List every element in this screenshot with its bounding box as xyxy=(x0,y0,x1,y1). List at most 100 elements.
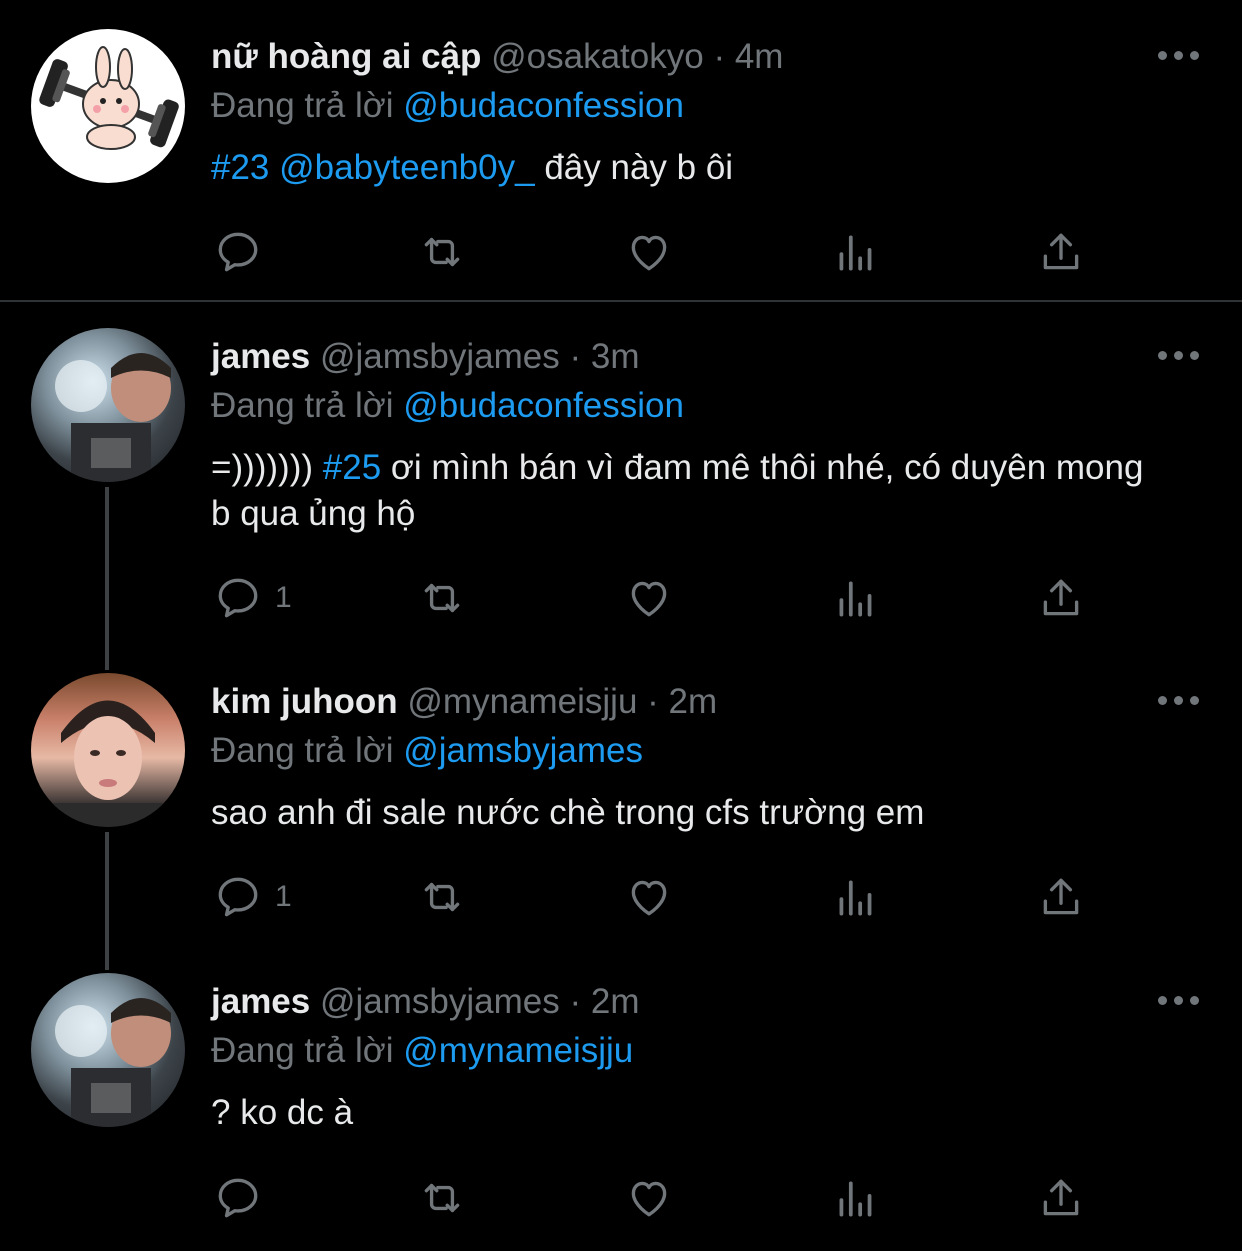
reply-icon xyxy=(218,578,258,618)
tweet-text-part: =))))))) xyxy=(211,448,323,487)
separator-dot: · xyxy=(713,37,726,76)
replying-to-mention[interactable]: @mynameisjju xyxy=(403,1031,633,1070)
views-button[interactable] xyxy=(831,227,881,277)
mention-link[interactable]: @babyteenb0y_ xyxy=(279,148,534,187)
tweet-text-part: sao anh đi sale nước chè trong cfs trườn… xyxy=(211,793,925,832)
like-icon xyxy=(631,1181,667,1217)
tweet-text-part: ? ko dc à xyxy=(211,1093,354,1132)
tweet-text: ? ko dc à xyxy=(211,1090,1201,1136)
tweet-actions xyxy=(211,1173,1091,1223)
user-handle[interactable]: @osakatokyo xyxy=(491,37,704,76)
more-icon[interactable] xyxy=(1158,351,1200,363)
timestamp[interactable]: 3m xyxy=(591,337,640,376)
like-button[interactable] xyxy=(624,1173,674,1223)
retweet-button[interactable] xyxy=(417,573,467,623)
views-button[interactable] xyxy=(831,573,881,623)
retweet-button[interactable] xyxy=(417,1173,467,1223)
like-button[interactable] xyxy=(624,573,674,623)
views-icon xyxy=(839,880,872,916)
reply-icon xyxy=(218,877,258,917)
replying-to-mention[interactable]: @budaconfession xyxy=(403,386,684,425)
retweet-button[interactable] xyxy=(417,227,467,277)
user-handle[interactable]: @jamsbyjames xyxy=(320,337,560,376)
share-button[interactable] xyxy=(1036,573,1086,623)
views-icon xyxy=(839,581,872,617)
views-button[interactable] xyxy=(831,1173,881,1223)
reply-count: 1 xyxy=(275,581,292,614)
reply-button[interactable]: 1 xyxy=(213,573,292,623)
reply-icon xyxy=(218,232,258,272)
replying-to: Đang trả lời @budaconfession xyxy=(211,386,684,426)
tweet[interactable]: kim juhoon @mynameisjju · 2m Đang trả lờ… xyxy=(0,670,1242,960)
replying-to-mention[interactable]: @jamsbyjames xyxy=(403,731,643,770)
replying-to: Đang trả lời @budaconfession xyxy=(211,86,684,126)
timestamp[interactable]: 2m xyxy=(591,982,640,1021)
display-name[interactable]: nữ hoàng ai cập xyxy=(211,37,481,76)
like-icon xyxy=(631,235,667,271)
replying-to-label: Đang trả lời xyxy=(211,1031,394,1070)
reply-button[interactable] xyxy=(213,1173,275,1223)
like-icon xyxy=(631,581,667,617)
share-icon xyxy=(1043,878,1079,915)
photo-avatar-icon xyxy=(51,700,165,827)
separator-dot: · xyxy=(569,982,582,1021)
avatar[interactable] xyxy=(31,673,185,827)
bunny-avatar-icon xyxy=(39,46,179,150)
reply-button[interactable]: 1 xyxy=(213,872,292,922)
retweet-icon xyxy=(424,1183,460,1213)
replying-to-label: Đang trả lời xyxy=(211,731,394,770)
replying-to: Đang trả lời @mynameisjju xyxy=(211,1031,633,1071)
share-button[interactable] xyxy=(1036,1173,1086,1223)
photo-avatar-icon xyxy=(55,353,171,482)
separator-dot: · xyxy=(569,337,582,376)
reply-button[interactable] xyxy=(213,227,275,277)
share-icon xyxy=(1043,579,1079,616)
like-button[interactable] xyxy=(624,227,674,277)
timestamp[interactable]: 4m xyxy=(735,37,784,76)
tweet-text-part xyxy=(269,148,279,187)
more-icon[interactable] xyxy=(1158,51,1200,63)
user-handle[interactable]: @mynameisjju xyxy=(407,682,637,721)
tweet-actions: 1 xyxy=(211,872,1091,922)
tweet-text-part: đây này b ôi xyxy=(534,148,734,187)
tweet[interactable]: james @jamsbyjames · 2m Đang trả lời @my… xyxy=(0,970,1242,1251)
tweet-text: #23 @babyteenb0y_ đây này b ôi xyxy=(211,145,1201,191)
display-name[interactable]: james xyxy=(211,337,310,376)
tweet[interactable]: james @jamsbyjames · 3m Đang trả lời @bu… xyxy=(0,300,1242,650)
like-button[interactable] xyxy=(624,872,674,922)
more-icon[interactable] xyxy=(1158,696,1200,708)
tweet-text: =))))))) #25 ơi mình bán vì đam mê thôi … xyxy=(211,445,1171,537)
hashtag-link[interactable]: #23 xyxy=(211,148,269,187)
replying-to-label: Đang trả lời xyxy=(211,386,394,425)
hashtag-link[interactable]: #25 xyxy=(323,448,381,487)
share-button[interactable] xyxy=(1036,227,1086,277)
display-name[interactable]: kim juhoon xyxy=(211,682,398,721)
tweet-actions: 1 xyxy=(211,573,1091,623)
user-handle[interactable]: @jamsbyjames xyxy=(320,982,560,1021)
like-icon xyxy=(631,880,667,916)
reply-icon xyxy=(218,1178,258,1218)
replying-to-label: Đang trả lời xyxy=(211,86,394,125)
replying-to: Đang trả lời @jamsbyjames xyxy=(211,731,643,771)
reply-count: 1 xyxy=(275,880,292,913)
retweet-button[interactable] xyxy=(417,872,467,922)
tweet-actions xyxy=(211,227,1091,277)
retweet-icon xyxy=(424,583,460,613)
tweet[interactable]: nữ hoàng ai cập @osakatokyo · 4m Đang tr… xyxy=(0,0,1242,300)
retweet-icon xyxy=(424,237,460,267)
share-button[interactable] xyxy=(1036,872,1086,922)
display-name[interactable]: james xyxy=(211,982,310,1021)
replying-to-mention[interactable]: @budaconfession xyxy=(403,86,684,125)
share-icon xyxy=(1043,233,1079,270)
retweet-icon xyxy=(424,882,460,912)
avatar[interactable] xyxy=(31,328,185,482)
avatar[interactable] xyxy=(31,973,185,1127)
views-button[interactable] xyxy=(831,872,881,922)
views-icon xyxy=(839,235,872,271)
photo-avatar-icon xyxy=(55,998,171,1127)
share-icon xyxy=(1043,1179,1079,1216)
timestamp[interactable]: 2m xyxy=(669,682,718,721)
more-icon[interactable] xyxy=(1158,996,1200,1008)
avatar[interactable] xyxy=(31,29,185,183)
tweet-text: sao anh đi sale nước chè trong cfs trườn… xyxy=(211,790,1201,836)
